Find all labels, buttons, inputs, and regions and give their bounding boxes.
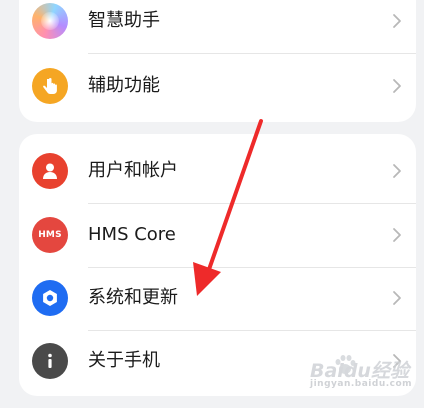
settings-item-hms-core[interactable]: HMS HMS Core (19, 204, 416, 266)
hms-icon-text: HMS (38, 230, 62, 240)
chevron-right-icon (393, 14, 401, 28)
smart-assistant-icon (32, 3, 68, 39)
settings-item-smart-assistant[interactable]: 智慧助手 (19, 0, 416, 52)
user-icon (32, 153, 68, 189)
accessibility-hand-icon (32, 68, 68, 104)
settings-item-label: 用户和帐户 (88, 160, 178, 181)
divider (88, 53, 416, 54)
info-icon (32, 343, 68, 379)
settings-item-label: 智慧助手 (88, 10, 160, 31)
hms-icon: HMS (32, 217, 68, 253)
gear-icon (32, 280, 68, 316)
chevron-right-icon (393, 291, 401, 305)
settings-item-label: 关于手机 (88, 350, 160, 371)
settings-item-label: HMS Core (88, 224, 176, 245)
settings-item-system-updates[interactable]: 系统和更新 (19, 267, 416, 329)
settings-item-label: 系统和更新 (88, 287, 178, 308)
chevron-right-icon (393, 228, 401, 242)
settings-card-personal: 智慧助手 辅助功能 (19, 0, 416, 122)
settings-item-users-accounts[interactable]: 用户和帐户 (19, 140, 416, 202)
watermark-subtext: jingyan.baidu.com (310, 379, 413, 389)
chevron-right-icon (393, 79, 401, 93)
chevron-right-icon (393, 164, 401, 178)
settings-item-accessibility[interactable]: 辅助功能 (19, 55, 416, 117)
baidu-watermark: Baidu经验 jingyan.baidu.com (310, 355, 418, 390)
settings-item-label: 辅助功能 (88, 75, 160, 96)
